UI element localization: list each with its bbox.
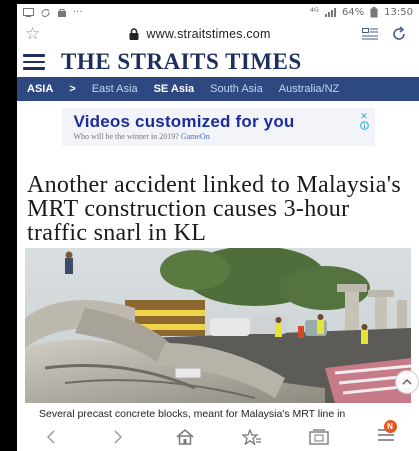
sync-icon — [41, 8, 50, 17]
home-icon — [176, 429, 193, 445]
site-masthead: THE STRAITS TIMES — [17, 47, 419, 77]
browser-bottom-nav: N — [17, 419, 419, 451]
tabs-button[interactable] — [299, 429, 339, 445]
chevron-right-icon — [113, 430, 122, 444]
network-type: ⁴ᴳ — [310, 7, 319, 18]
chevron-left-icon — [46, 430, 55, 444]
article-headline: Another accident linked to Malaysia's MR… — [27, 172, 401, 246]
section-nav-australia-nz[interactable]: Australia/NZ — [279, 83, 340, 95]
article-photo[interactable] — [25, 248, 411, 403]
ad-slot: Videos customized for you Who will be th… — [17, 101, 419, 153]
menu-icon: N — [377, 419, 397, 447]
more-notifications: ··· — [73, 7, 83, 18]
section-nav-se-asia[interactable]: SE Asia — [154, 83, 195, 95]
bookmarks-star-icon — [241, 429, 261, 445]
chevron-up-icon — [402, 379, 412, 385]
reader-mode-icon[interactable] — [353, 28, 387, 40]
bookmark-star-icon[interactable]: ☆ — [25, 24, 47, 44]
home-button[interactable] — [165, 429, 205, 445]
accident-scene-image — [25, 248, 411, 403]
reload-button[interactable] — [387, 26, 411, 42]
ad-choices-icon[interactable]: ✕ — [359, 112, 369, 130]
battery-percent: 64% — [341, 7, 365, 18]
section-nav-south-asia[interactable]: South Asia — [210, 83, 263, 95]
section-nav-east-asia[interactable]: East Asia — [92, 83, 138, 95]
browser-menu-button[interactable]: N — [366, 419, 406, 447]
lock-icon — [129, 28, 139, 40]
scroll-to-top-button[interactable] — [395, 370, 419, 394]
forward-button[interactable] — [98, 430, 138, 444]
back-button[interactable] — [31, 430, 71, 444]
tabs-icon — [308, 429, 329, 445]
reload-icon — [393, 26, 405, 40]
address-field[interactable]: www.straitstimes.com — [47, 27, 353, 41]
status-bar: ··· ⁴ᴳ 64% 13:50 — [17, 4, 419, 21]
phone-screen: ··· ⁴ᴳ 64% 13:50 ☆ www.straitstimes.com … — [17, 4, 419, 451]
browser-url-bar: ☆ www.straitstimes.com — [17, 21, 419, 47]
status-left: ··· — [23, 7, 83, 18]
new-badge: N — [383, 419, 397, 433]
clock: 13:50 — [384, 7, 413, 18]
section-nav-asia[interactable]: ASIA — [27, 83, 53, 95]
ad-subtext: Who will be the winner in 2019? GameOn — [74, 132, 375, 142]
bookmarks-button[interactable] — [232, 429, 272, 445]
status-right: ⁴ᴳ 64% 13:50 — [310, 7, 413, 18]
url-text: www.straitstimes.com — [146, 27, 271, 41]
bag-icon — [58, 8, 66, 17]
chevron-right-icon: > — [69, 83, 76, 95]
ad-brand: GameOn — [180, 132, 210, 141]
reader-glyph-icon — [362, 28, 378, 40]
ad-subtext-copy: Who will be the winner in 2019? — [73, 132, 179, 141]
ad-info-icon — [359, 121, 369, 130]
section-nav: ASIA > East Asia SE Asia South Asia Aust… — [17, 77, 419, 101]
ad-headline: Videos customized for you — [73, 112, 295, 131]
hamburger-menu-icon[interactable] — [23, 54, 45, 70]
signal-icon — [324, 8, 336, 17]
site-logo[interactable]: THE STRAITS TIMES — [61, 49, 302, 75]
battery-icon — [370, 7, 378, 18]
ad-banner[interactable]: Videos customized for you Who will be th… — [61, 108, 375, 146]
screen-icon — [23, 8, 34, 17]
photo-caption: Several precast concrete blocks, meant f… — [39, 408, 346, 420]
